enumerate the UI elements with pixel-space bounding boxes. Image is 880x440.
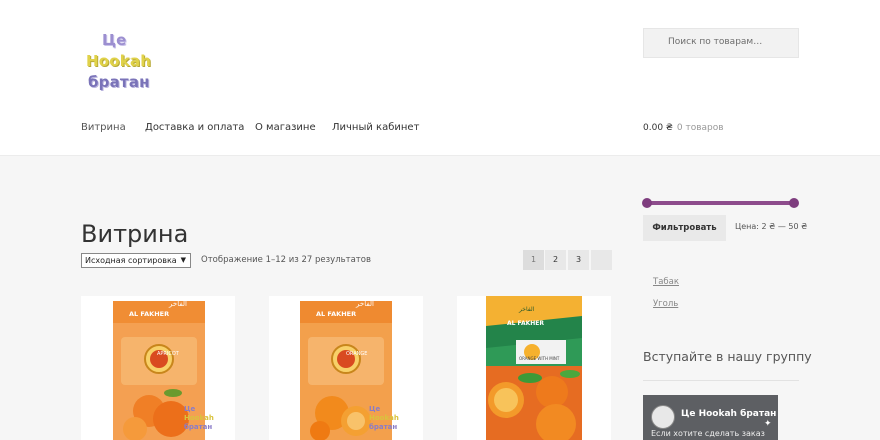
search-input[interactable]: Поиск по товарам… bbox=[643, 28, 799, 58]
category-item[interactable]: Уголь bbox=[645, 299, 678, 309]
facebook-group-widget[interactable]: Це Hookah братан Если хотите сделать зак… bbox=[643, 395, 778, 440]
page-3[interactable]: 3 bbox=[568, 250, 589, 270]
avatar bbox=[651, 405, 675, 429]
product-arabic: الفاخر bbox=[356, 300, 374, 308]
logo-line-3: братан bbox=[88, 73, 150, 91]
logo-line-2: Hookah bbox=[86, 52, 152, 70]
product-brand: AL FAKHER bbox=[507, 320, 544, 327]
page-1[interactable]: 1 bbox=[523, 250, 544, 270]
page-2[interactable]: 2 bbox=[545, 250, 566, 270]
product-flavor: APRICOT bbox=[157, 351, 179, 357]
next-page-icon[interactable] bbox=[591, 250, 612, 270]
product-watermark: Це Hookah братан bbox=[369, 405, 399, 431]
product-card[interactable]: AL FAKHER الفاخر ORANGE WITH MINT bbox=[457, 296, 611, 440]
group-description: Если хотите сделать заказ bbox=[651, 429, 765, 438]
category-link-ugol[interactable]: Уголь bbox=[653, 299, 678, 309]
product-brand: AL FAKHER bbox=[129, 310, 170, 318]
cart-summary[interactable]: 0.00 ₴ 0 товаров bbox=[643, 123, 724, 133]
chevron-down-icon: ▼ bbox=[180, 256, 186, 264]
cart-count: 0 товаров bbox=[676, 123, 724, 133]
price-range-label: Цена: 2 ₴ — 50 ₴ bbox=[735, 222, 808, 231]
search-placeholder: Поиск по товарам… bbox=[668, 37, 763, 47]
product-flavor: ORANGE bbox=[346, 351, 368, 357]
category-item[interactable]: Табак bbox=[645, 277, 679, 287]
product-brand: AL FAKHER bbox=[316, 310, 357, 318]
group-widget-title: Вступайте в нашу группу bbox=[643, 349, 812, 364]
nav-item-account[interactable]: Личный кабинет bbox=[332, 122, 419, 133]
price-slider-min-handle[interactable] bbox=[642, 198, 652, 208]
price-slider-max-handle[interactable] bbox=[789, 198, 799, 208]
share-icon[interactable]: ✦ bbox=[764, 419, 772, 429]
filter-button[interactable]: Фильтровать bbox=[643, 215, 726, 241]
sort-select-value: Исходная сортировка bbox=[85, 256, 177, 265]
product-arabic: الفاخر bbox=[169, 300, 187, 308]
category-link-tabak[interactable]: Табак bbox=[653, 277, 679, 287]
product-card[interactable]: AL FAKHER الفاخر ORANGE Це Hookah братан bbox=[269, 296, 423, 440]
product-flavor: ORANGE WITH MINT bbox=[519, 356, 560, 361]
nav-item-vitrina[interactable]: Витрина bbox=[81, 122, 126, 133]
product-image[interactable] bbox=[486, 296, 582, 440]
product-watermark: Це Hookah братан bbox=[184, 405, 214, 431]
nav-item-about[interactable]: О магазине bbox=[255, 122, 316, 133]
site-logo[interactable]: Це Hookah братан bbox=[84, 30, 154, 100]
divider bbox=[643, 380, 799, 381]
result-count: Отображение 1–12 из 27 результатов bbox=[201, 255, 371, 265]
nav-item-delivery[interactable]: Доставка и оплата bbox=[145, 122, 244, 133]
site-header: Це Hookah братан Поиск по товарам… Витри… bbox=[0, 0, 880, 156]
logo-line-1: Це bbox=[102, 31, 127, 49]
product-card[interactable]: AL FAKHER الفاخر APRICOT Це Hookah братан bbox=[81, 296, 235, 440]
group-name[interactable]: Це Hookah братан bbox=[681, 409, 776, 419]
page-title: Витрина bbox=[81, 220, 189, 249]
sort-select[interactable]: Исходная сортировка ▼ bbox=[81, 253, 191, 268]
product-arabic: الفاخر bbox=[519, 306, 535, 313]
price-slider[interactable] bbox=[642, 198, 799, 208]
cart-amount: 0.00 ₴ bbox=[643, 123, 673, 133]
